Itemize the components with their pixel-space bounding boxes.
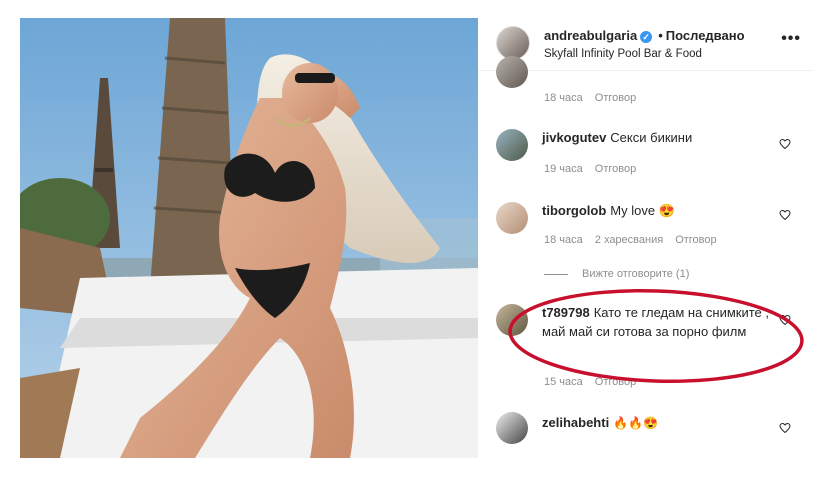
comment-time[interactable]: 19 часа: [544, 163, 583, 175]
comment-body: Секси бикини: [610, 130, 693, 145]
author-username[interactable]: andreabulgaria: [544, 28, 637, 43]
author-line: andreabulgaria ✓ • Последвано: [544, 28, 745, 43]
comment-meta: 18 часа Отговор: [544, 92, 648, 104]
more-options-icon[interactable]: •••: [781, 30, 801, 48]
post-image: [20, 18, 478, 458]
separator-dot: •: [658, 28, 663, 43]
like-heart-icon[interactable]: [779, 209, 791, 221]
like-heart-icon[interactable]: [779, 314, 791, 326]
comment-username[interactable]: zelihabehti: [542, 415, 609, 430]
comment-meta: 19 часа Отговор: [544, 163, 648, 175]
reply-button[interactable]: Отговор: [595, 92, 636, 104]
comment-time[interactable]: 18 часа: [544, 234, 583, 246]
comment-body: 🔥🔥😍: [613, 416, 659, 430]
follow-status-button[interactable]: Последвано: [666, 28, 745, 43]
comments-panel: andreabulgaria ✓ • Последвано Skyfall Infin…: [478, 18, 813, 458]
post-header: andreabulgaria ✓ • Последвано Skyfall Infin…: [478, 18, 813, 71]
like-heart-icon[interactable]: [779, 422, 791, 434]
reply-button[interactable]: Отговор: [595, 163, 636, 175]
comment-text: zelihabehti 🔥🔥😍: [542, 413, 774, 433]
comment-likes[interactable]: 2 харесвания: [595, 234, 663, 246]
author-avatar[interactable]: [496, 26, 530, 60]
view-replies-button[interactable]: Вижте отговорите (1): [544, 268, 689, 280]
comment-text: tiborgolob My love 😍: [542, 201, 774, 220]
comment-time[interactable]: 15 часа: [544, 376, 583, 388]
comment-meta: 15 часа Отговор: [544, 376, 648, 388]
like-heart-icon[interactable]: [779, 138, 791, 150]
verified-badge-icon: ✓: [640, 30, 653, 43]
comment-avatar[interactable]: [496, 304, 528, 336]
comment-username[interactable]: t789798: [542, 305, 590, 320]
comment-meta: 18 часа 2 харесвания Отговор: [544, 234, 729, 246]
comment-time[interactable]: 18 часа: [544, 92, 583, 104]
reply-button[interactable]: Отговор: [675, 234, 716, 246]
replies-divider: [544, 273, 568, 275]
location-link[interactable]: Skyfall Infinity Pool Bar & Food: [544, 48, 702, 60]
view-replies-label: Вижте отговорите (1): [582, 268, 690, 280]
comment-avatar[interactable]: [496, 202, 528, 234]
comment-avatar[interactable]: [496, 129, 528, 161]
comment-avatar[interactable]: [496, 56, 528, 88]
comment-username[interactable]: jivkogutev: [542, 130, 606, 145]
comment-body: My love 😍: [610, 203, 675, 218]
comment-username[interactable]: tiborgolob: [542, 203, 606, 218]
comment-text: t789798 Като те гледам на снимките , май …: [542, 303, 774, 341]
comment-text: jivkogutev Секси бикини: [542, 128, 774, 147]
post-photo[interactable]: [20, 18, 478, 458]
comment-avatar[interactable]: [496, 412, 528, 444]
reply-button[interactable]: Отговор: [595, 376, 636, 388]
